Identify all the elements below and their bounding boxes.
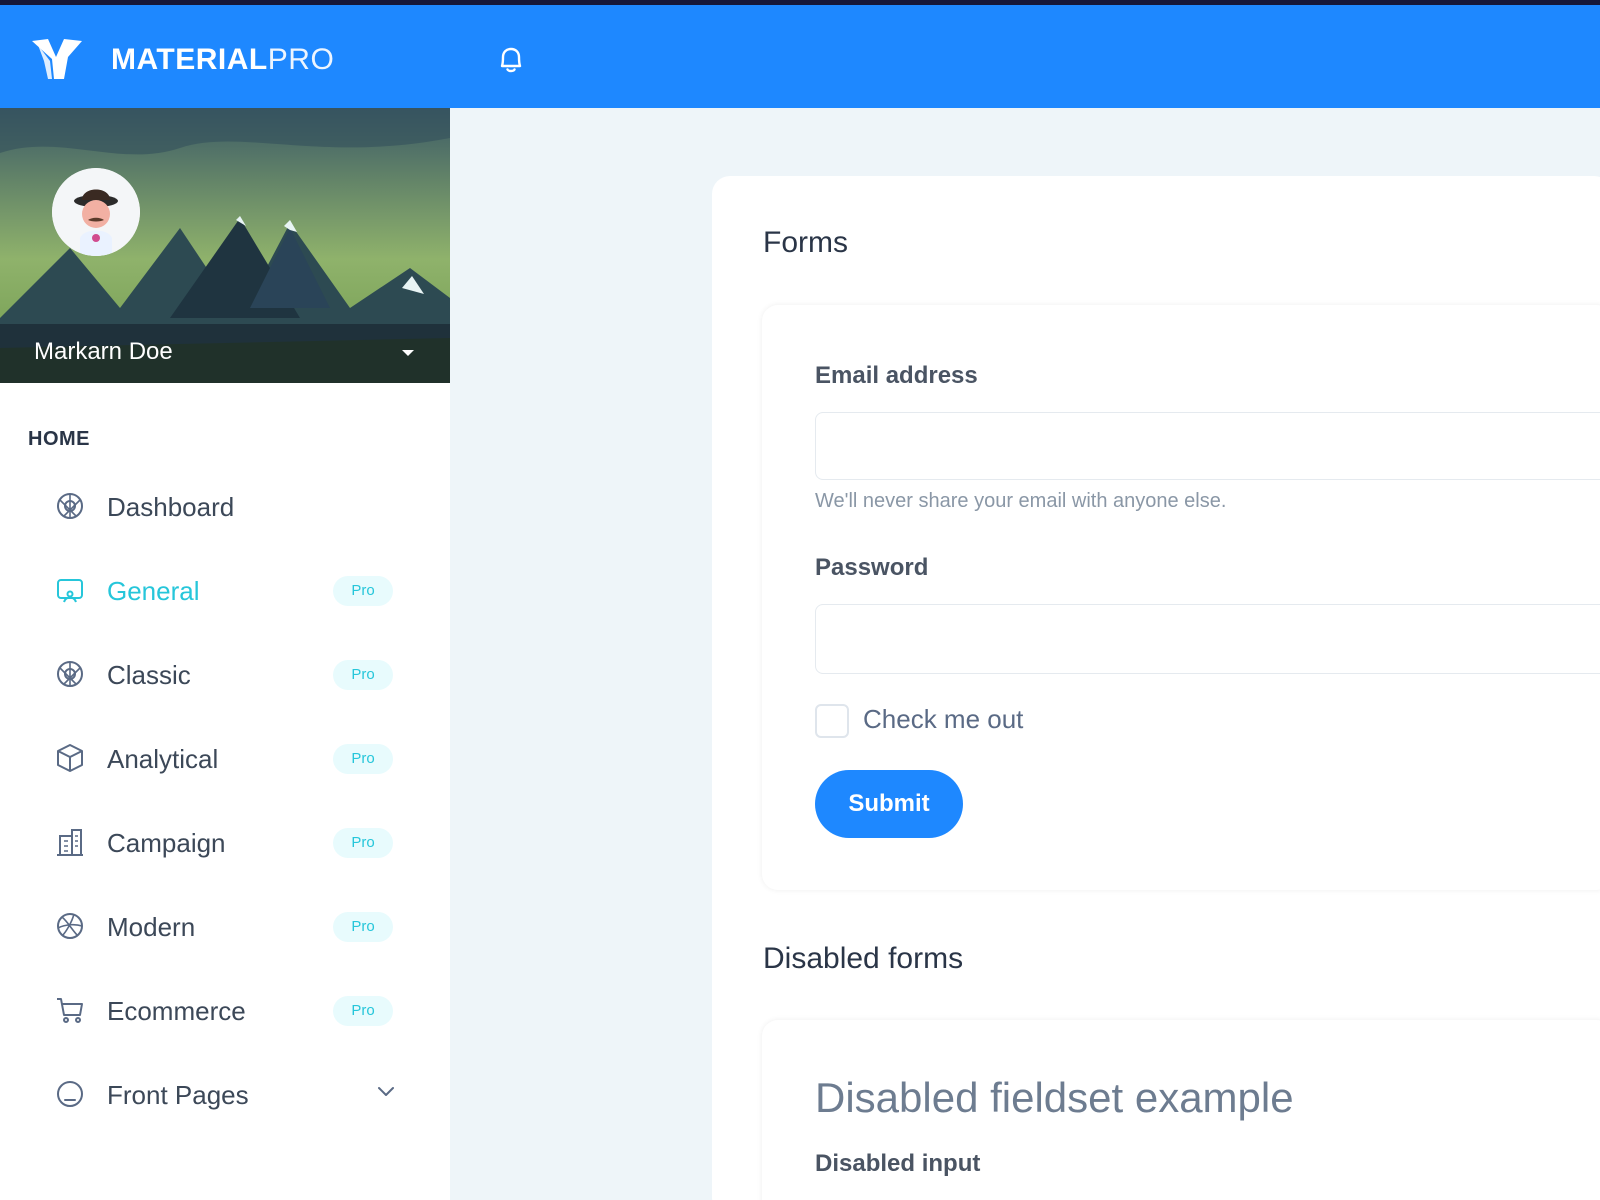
box-icon xyxy=(57,744,83,772)
disabled-fieldset-legend: Disabled fieldset example xyxy=(815,1074,1294,1121)
nav-section-home: HOME xyxy=(28,428,90,450)
email-field[interactable] xyxy=(815,412,1600,480)
brand-bold-text: MATERIAL xyxy=(111,43,268,76)
cart-icon xyxy=(57,998,83,1023)
avatar-image xyxy=(52,168,140,256)
aperture-icon xyxy=(57,661,83,687)
sidebar-item-label: Front Pages xyxy=(107,1080,249,1110)
building-icon xyxy=(57,829,83,856)
brand-name[interactable]: MATERIAL PRO xyxy=(111,43,334,77)
brand-light-text: PRO xyxy=(267,43,335,76)
sidebar-item-analytical[interactable]: Analytical Pro xyxy=(0,728,450,788)
avatar[interactable] xyxy=(52,168,140,256)
ball-icon xyxy=(57,913,83,939)
pro-badge: Pro xyxy=(333,996,393,1026)
email-help-text: We'll never share your email with anyone… xyxy=(815,490,1227,512)
top-navbar: MATERIAL PRO xyxy=(0,5,1600,108)
sidebar-item-dashboard[interactable]: Dashboard xyxy=(0,476,450,536)
sidebar-item-front-pages[interactable]: Front Pages xyxy=(0,1064,450,1124)
pro-badge: Pro xyxy=(333,828,393,858)
submit-button[interactable]: Submit xyxy=(815,770,963,838)
profile-dropdown[interactable]: Markarn Doe xyxy=(0,324,450,383)
sidebar-item-classic[interactable]: Classic Pro xyxy=(0,644,450,704)
chevron-down-icon xyxy=(378,1087,394,1096)
check-me-out-checkbox[interactable] xyxy=(815,704,849,738)
disabled-forms-title: Disabled forms xyxy=(763,942,964,975)
sidebar-item-general[interactable]: General Pro xyxy=(0,560,450,620)
sidebar-item-label: Dashboard xyxy=(107,492,235,522)
sidebar: Markarn Doe HOME Dashboard General Pro C… xyxy=(0,108,450,1200)
screen-share-icon xyxy=(57,579,83,603)
sidebar-item-campaign[interactable]: Campaign Pro xyxy=(0,812,450,872)
sidebar-item-modern[interactable]: Modern Pro xyxy=(0,896,450,956)
bell-icon[interactable] xyxy=(494,43,528,77)
pro-badge: Pro xyxy=(333,576,393,606)
aperture-icon xyxy=(57,493,83,519)
profile-banner: Markarn Doe xyxy=(0,108,450,383)
sidebar-item-label: General xyxy=(107,576,200,606)
profile-name: Markarn Doe xyxy=(34,338,173,365)
pro-badge: Pro xyxy=(333,912,393,942)
forms-title: Forms xyxy=(763,226,848,259)
sidebar-item-label: Ecommerce xyxy=(107,996,246,1026)
pro-badge: Pro xyxy=(333,744,393,774)
sidebar-item-label: Classic xyxy=(107,660,191,690)
app-window-icon xyxy=(57,1081,83,1107)
disabled-input-label: Disabled input xyxy=(815,1150,981,1177)
pro-badge: Pro xyxy=(333,660,393,690)
sidebar-item-ecommerce[interactable]: Ecommerce Pro xyxy=(0,980,450,1040)
sidebar-item-label: Campaign xyxy=(107,828,226,858)
password-label: Password xyxy=(815,554,929,581)
sidebar-item-label: Modern xyxy=(107,912,196,942)
caret-down-icon xyxy=(402,350,414,356)
sidebar-item-label: Analytical xyxy=(107,744,219,774)
password-field[interactable] xyxy=(815,604,1600,674)
email-label: Email address xyxy=(815,362,978,389)
check-me-out-label[interactable]: Check me out xyxy=(863,704,1023,735)
logo-icon[interactable] xyxy=(30,35,84,81)
